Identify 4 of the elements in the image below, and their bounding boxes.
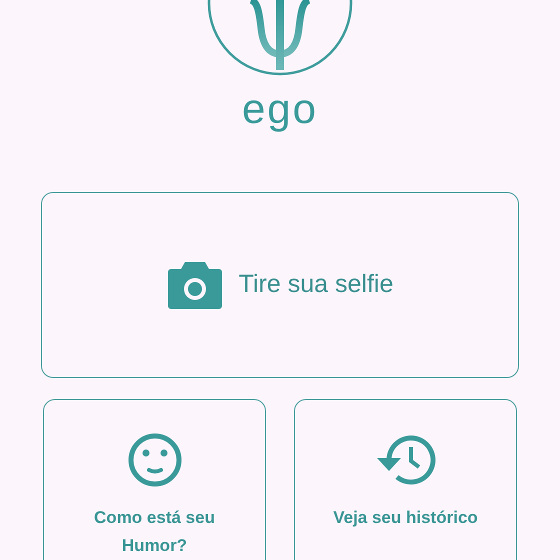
logo-wordmark: ego <box>242 88 318 130</box>
selfie-button[interactable]: Tire sua selfie <box>41 192 519 378</box>
action-card[interactable]: Como está seu Humor? <box>43 399 266 560</box>
action-card[interactable]: Veja seu histórico <box>294 399 517 560</box>
